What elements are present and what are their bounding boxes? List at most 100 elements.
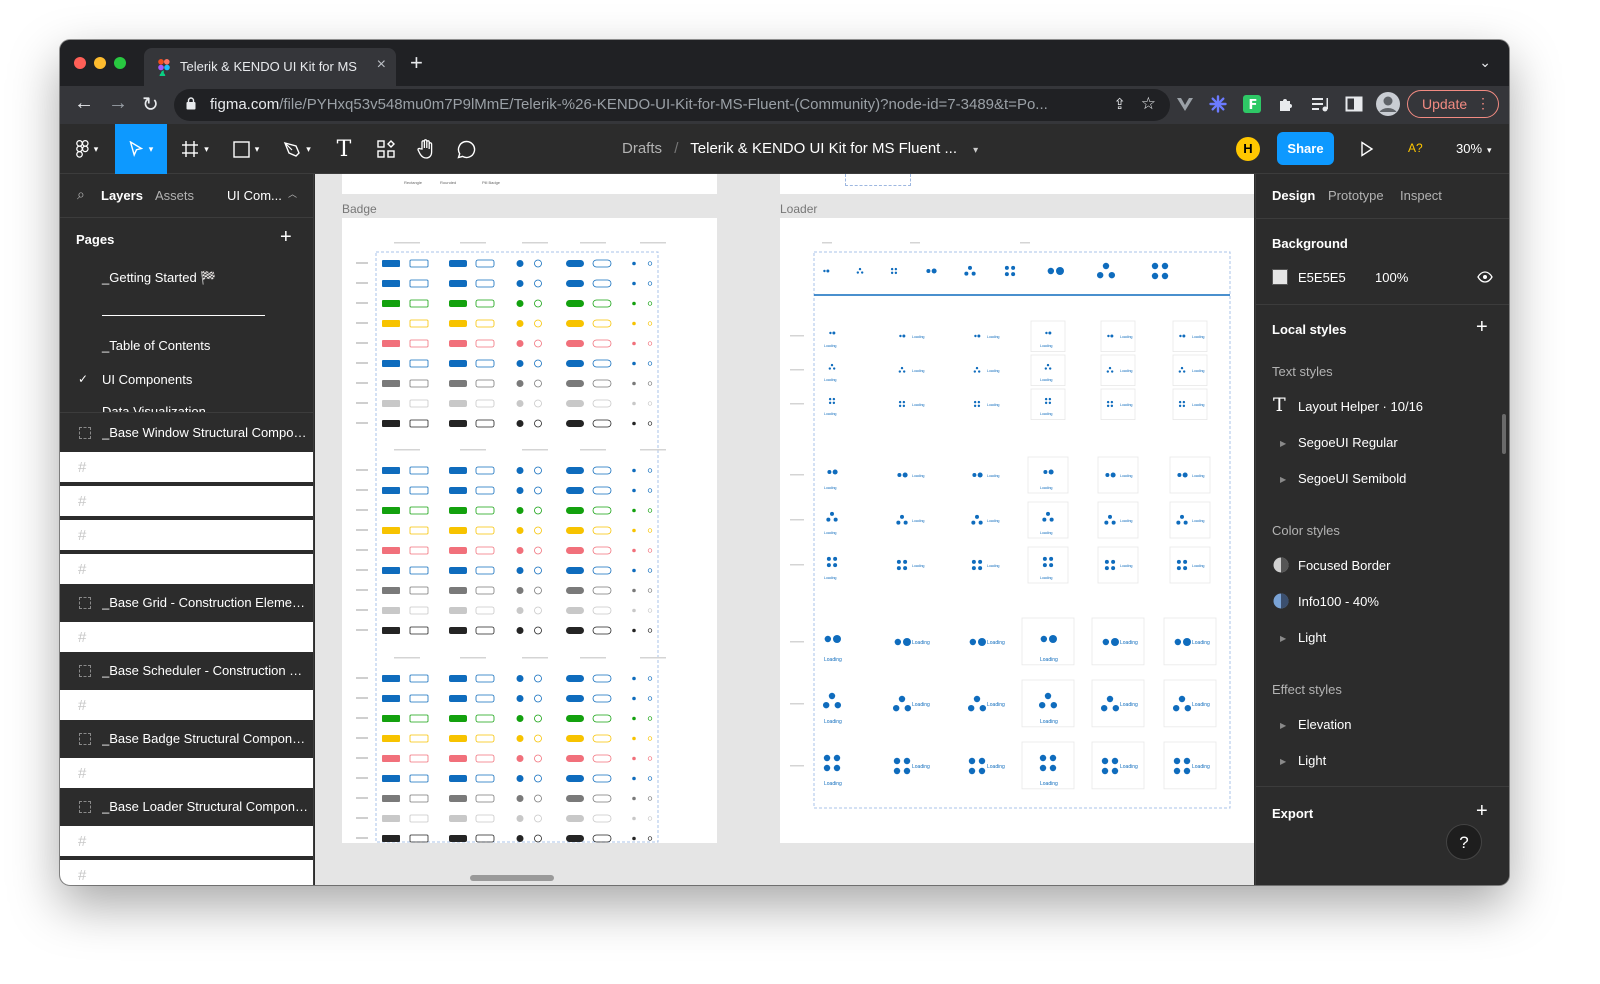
effect-style-elevation[interactable]: Elevation — [1298, 717, 1351, 732]
user-avatar[interactable]: H — [1236, 137, 1260, 161]
add-style-icon[interactable]: + — [1476, 316, 1488, 339]
layer-item[interactable]: _Base Window Structural Compon... — [60, 418, 313, 448]
frame-above-badge[interactable]: Rectangle Rounded Pill Badge — [342, 174, 717, 194]
layer-item[interactable]: # Badge — [60, 758, 313, 788]
resources-tool-button[interactable] — [366, 124, 406, 174]
loader-dot — [1106, 404, 1110, 408]
forward-arrow-icon[interactable]: → — [108, 92, 128, 115]
layer-item[interactable]: _Base Scheduler - Construction El... — [60, 656, 313, 686]
chevron-down-icon[interactable]: ▾ — [973, 145, 978, 156]
background-hex-input[interactable]: E5E5E5 — [1298, 270, 1346, 285]
layer-item[interactable]: # Pager — [60, 520, 313, 550]
text-tool-button[interactable]: T — [326, 124, 362, 174]
loader-label: Loading — [1192, 640, 1210, 646]
pen-tool-button[interactable]: ▾ — [274, 124, 320, 174]
main-menu-button[interactable]: ▾ — [64, 124, 110, 174]
page-ui-components[interactable]: UI Components — [102, 372, 192, 387]
text-style-segoe-regular[interactable]: SegoeUI Regular — [1298, 435, 1398, 450]
chevron-down-icon[interactable]: ⌄ — [1479, 54, 1491, 71]
address-bar[interactable]: figma.com/file/PYHxq53v548mu0m7P9lMmE/Te… — [174, 89, 1170, 121]
close-tab-icon[interactable]: × — [377, 56, 386, 74]
page-getting-started[interactable]: _Getting Started 🏁 — [102, 270, 216, 286]
current-page-dropdown[interactable]: UI Com... — [227, 188, 282, 203]
eye-visibility-icon[interactable] — [1477, 271, 1493, 283]
side-panel-icon[interactable] — [1345, 95, 1363, 113]
horizontal-scrollbar[interactable] — [470, 875, 554, 881]
browser-update-button[interactable]: Update ⋮ — [1407, 90, 1499, 118]
design-canvas[interactable]: Rectangle Rounded Pill Badge Badge Loade… — [315, 174, 1254, 885]
loader-frame[interactable]: Loading Loading Loading Loading Loading Loadi… — [780, 218, 1254, 843]
text-style-segoe-semibold[interactable]: SegoeUI Semibold — [1298, 471, 1406, 486]
shape-tool-button[interactable]: ▾ — [223, 124, 269, 174]
caret-right-icon[interactable]: ▶ — [1280, 721, 1286, 730]
close-window-button[interactable] — [74, 57, 86, 69]
frame-above-loader[interactable] — [780, 174, 1254, 194]
layer-item[interactable]: # Window — [60, 452, 313, 482]
share-button[interactable]: Share — [1277, 132, 1334, 165]
layer-item[interactable]: # Grid - Construction Elements — [60, 622, 313, 652]
accessibility-check-icon[interactable]: A? — [1408, 141, 1423, 155]
file-name[interactable]: Telerik & KENDO UI Kit for MS Fluent ... — [690, 140, 957, 157]
caret-right-icon[interactable]: ▶ — [1280, 757, 1286, 766]
background-opacity-input[interactable]: 100% — [1375, 270, 1408, 285]
reload-icon[interactable]: ↻ — [142, 92, 159, 117]
media-queue-icon[interactable] — [1311, 95, 1329, 113]
caret-right-icon[interactable]: ▶ — [1280, 439, 1286, 448]
frame-label-loader[interactable]: Loader — [780, 202, 817, 216]
back-arrow-icon[interactable]: ← — [74, 92, 94, 115]
share-page-icon[interactable]: ⇪ — [1113, 95, 1126, 113]
effect-style-light[interactable]: Light — [1298, 753, 1326, 768]
profile-avatar[interactable] — [1376, 92, 1400, 116]
tab-design[interactable]: Design — [1272, 188, 1315, 203]
caret-right-icon[interactable]: ▶ — [1280, 634, 1286, 643]
tab-layers[interactable]: Layers — [101, 188, 143, 203]
add-page-icon[interactable]: + — [280, 226, 292, 249]
layer-item[interactable]: # Loader — [60, 826, 313, 856]
maximize-window-button[interactable] — [114, 57, 126, 69]
color-style-info100[interactable]: Info100 - 40% — [1298, 594, 1379, 609]
search-icon[interactable]: ⌕ — [77, 186, 85, 203]
layer-item[interactable]: _Base Badge Structural Componen... — [60, 724, 313, 754]
add-export-icon[interactable]: + — [1476, 800, 1488, 823]
breadcrumb-drafts[interactable]: Drafts — [622, 140, 662, 157]
page-table-of-contents[interactable]: _Table of Contents — [102, 338, 210, 353]
layer-item[interactable]: # Scheduler - Construction Elements — [60, 690, 313, 720]
sparkle-extension-icon[interactable] — [1209, 95, 1227, 113]
comment-tool-button[interactable] — [446, 124, 486, 174]
badge-pill — [566, 587, 584, 594]
new-tab-button[interactable]: + — [410, 52, 423, 74]
green-f-extension-icon[interactable]: F — [1243, 95, 1261, 113]
tab-assets[interactable]: Assets — [155, 188, 194, 203]
caret-right-icon[interactable]: ▶ — [1280, 475, 1286, 484]
badge-dot-outline — [647, 401, 653, 406]
panel-scrollbar[interactable] — [1502, 414, 1506, 454]
help-button[interactable]: ? — [1446, 824, 1482, 860]
frame-label-badge[interactable]: Badge — [342, 202, 377, 216]
minimize-window-button[interactable] — [94, 57, 106, 69]
frame-tool-button[interactable]: ▾ — [172, 124, 218, 174]
bookmark-star-icon[interactable]: ☆ — [1141, 94, 1156, 114]
zoom-dropdown[interactable]: 30% ▾ — [1456, 141, 1492, 156]
column-header — [640, 657, 666, 659]
move-tool-button[interactable]: ▾ — [115, 124, 167, 174]
color-style-light[interactable]: Light — [1298, 630, 1326, 645]
tab-inspect[interactable]: Inspect — [1400, 188, 1442, 203]
chevron-up-icon[interactable]: ︿ — [288, 187, 297, 200]
page-data-visualization[interactable]: Data Visualization — [102, 405, 206, 412]
badge-frame[interactable] — [342, 218, 717, 843]
layer-item[interactable]: # Filter — [60, 554, 313, 584]
color-style-focused-border[interactable]: Focused Border — [1298, 558, 1391, 573]
layer-item[interactable]: # Skeleton — [60, 860, 313, 885]
hand-tool-button[interactable] — [406, 124, 446, 174]
layer-item[interactable]: _Base Loader Structural Compone... — [60, 792, 313, 822]
vue-devtools-extension-icon[interactable] — [1176, 95, 1194, 113]
layer-item[interactable]: # Dialog — [60, 486, 313, 516]
text-t-icon: T — [336, 136, 352, 162]
present-play-icon[interactable] — [1360, 141, 1374, 157]
extensions-puzzle-icon[interactable] — [1277, 95, 1295, 113]
tab-prototype[interactable]: Prototype — [1328, 188, 1384, 203]
background-swatch[interactable] — [1272, 269, 1288, 285]
layer-item[interactable]: _Base Grid - Construction Element... — [60, 588, 313, 618]
browser-tab[interactable]: Telerik & KENDO UI Kit for MS Fluent (Co… — [144, 48, 396, 86]
text-style-layout-helper[interactable]: Layout Helper · 10/16 — [1298, 399, 1423, 414]
